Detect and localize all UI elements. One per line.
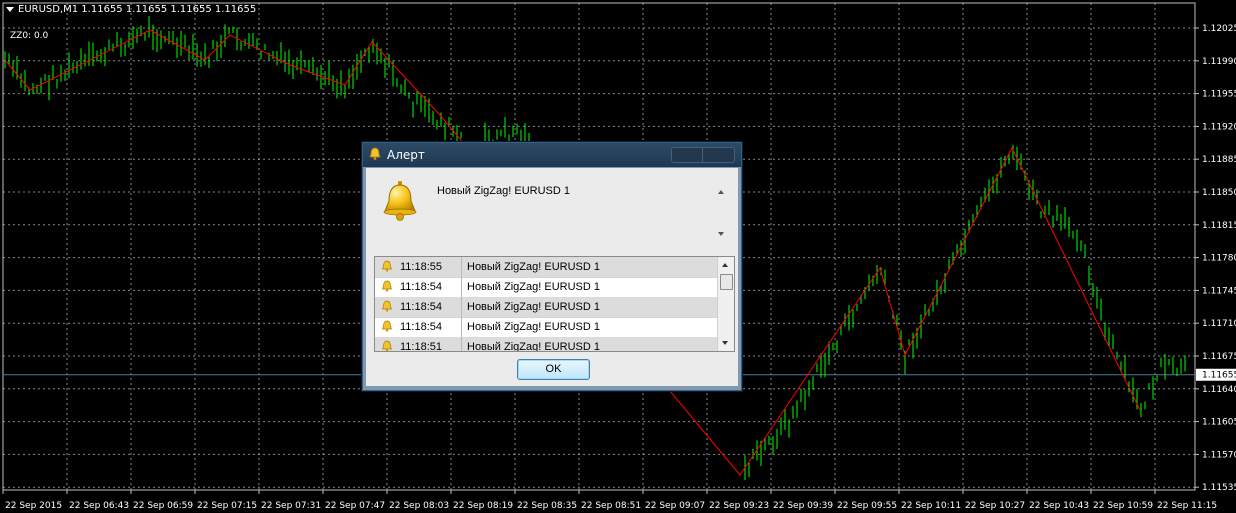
alert-dialog[interactable]: Алерт Новый ZigZag! EURUSD 1 11:18:55 Но… (362, 142, 742, 391)
time-tick-label: 22 Sep 08:19 (453, 501, 513, 511)
price-tick-label: 1.11815 (1202, 221, 1236, 231)
scroll-thumb[interactable] (720, 274, 733, 290)
bell-icon (382, 320, 392, 332)
time-tick-label: 22 Sep 08:35 (517, 501, 577, 511)
alert-text: Новый ZigZag! EURUSD 1 (467, 261, 600, 273)
alert-time: 11:18:55 (400, 261, 443, 273)
time-tick-label: 22 Sep 08:51 (581, 501, 641, 511)
dialog-body: Новый ZigZag! EURUSD 1 11:18:55 Новый Zi… (366, 168, 738, 386)
bell-icon (383, 181, 417, 221)
bell-icon (382, 300, 392, 312)
price-tick-label: 1.11605 (1202, 418, 1236, 428)
scroll-up-arrow-icon[interactable] (722, 263, 728, 267)
symbol-header-text: EURUSD,M1 1.11655 1.11655 1.11655 1.1165… (18, 4, 257, 15)
alert-history-list[interactable]: 11:18:55 Новый ZigZag! EURUSD 1 11:18:54… (374, 256, 735, 352)
bell-icon (369, 147, 381, 160)
time-tick-label: 22 Sep 2015 (5, 501, 62, 511)
price-tick-label: 1.11570 (1202, 450, 1236, 460)
time-tick-label: 22 Sep 10:43 (1029, 501, 1089, 511)
price-tick-label: 1.12025 (1202, 24, 1236, 34)
list-item[interactable]: 11:18:54 Новый ZigZag! EURUSD 1 (375, 277, 717, 298)
scroll-down-arrow-icon[interactable] (718, 232, 724, 236)
list-item[interactable]: 11:18:55 Новый ZigZag! EURUSD 1 (375, 257, 717, 278)
time-tick-label: 22 Sep 10:27 (965, 501, 1025, 511)
alert-time: 11:18:54 (400, 321, 443, 333)
time-tick-label: 22 Sep 10:11 (901, 501, 961, 511)
time-tick-label: 22 Sep 06:59 (133, 501, 193, 511)
column-divider (461, 257, 462, 277)
list-scrollbar[interactable] (717, 257, 734, 351)
time-tick-label: 22 Sep 07:15 (197, 501, 257, 511)
alert-time: 11:18:54 (400, 301, 443, 313)
price-tick-label: 1.11955 (1202, 90, 1236, 100)
alert-text: Новый ZigZag! EURUSD 1 (467, 341, 600, 352)
price-tick-label: 1.11710 (1202, 319, 1236, 329)
time-tick-label: 22 Sep 11:15 (1157, 501, 1217, 511)
time-tick-label: 22 Sep 09:55 (837, 501, 897, 511)
alert-time: 11:18:51 (400, 341, 443, 352)
price-tick-label: 1.11675 (1202, 352, 1236, 362)
list-item[interactable]: 11:18:54 Новый ZigZag! EURUSD 1 (375, 317, 717, 338)
current-price-label: 1.11655 (1202, 371, 1236, 381)
column-divider (461, 277, 462, 297)
dialog-titlebar[interactable]: Алерт (363, 143, 741, 167)
alert-time: 11:18:54 (400, 281, 443, 293)
time-tick-label: 22 Sep 06:43 (69, 501, 129, 511)
price-tick-label: 1.11535 (1202, 483, 1236, 493)
price-tick-label: 1.11990 (1202, 57, 1236, 67)
alert-message: Новый ZigZag! EURUSD 1 (437, 185, 570, 197)
window-buttons[interactable] (671, 147, 735, 163)
message-scrollbar[interactable] (714, 168, 729, 248)
time-tick-label: 22 Sep 08:03 (389, 501, 449, 511)
price-tick-label: 1.11780 (1202, 254, 1236, 264)
message-area: Новый ZigZag! EURUSD 1 (366, 168, 729, 248)
collapse-triangle-icon[interactable] (6, 6, 14, 12)
column-divider (461, 317, 462, 337)
column-divider (461, 297, 462, 317)
ok-button[interactable]: OK (517, 359, 590, 380)
list-item[interactable]: 11:18:51 Новый ZigZag! EURUSD 1 (375, 337, 717, 352)
time-tick-label: 22 Sep 09:07 (645, 501, 705, 511)
bell-icon (382, 280, 392, 292)
window-buttons-divider (702, 148, 703, 162)
column-divider (461, 337, 462, 351)
alert-text: Новый ZigZag! EURUSD 1 (467, 301, 600, 313)
scroll-down-arrow-icon[interactable] (722, 341, 728, 345)
bell-icon (382, 260, 392, 272)
time-tick-label: 22 Sep 07:31 (261, 501, 321, 511)
bell-icon (382, 340, 392, 351)
dialog-title: Алерт (387, 148, 425, 162)
alert-text: Новый ZigZag! EURUSD 1 (467, 321, 600, 333)
symbol-header: EURUSD,M1 1.11655 1.11655 1.11655 1.1165… (6, 4, 256, 15)
price-tick-label: 1.11885 (1202, 155, 1236, 165)
scroll-up-arrow-icon[interactable] (718, 190, 724, 194)
time-tick-label: 22 Sep 09:23 (709, 501, 769, 511)
price-tick-label: 1.11745 (1202, 286, 1236, 296)
time-tick-label: 22 Sep 07:47 (325, 501, 385, 511)
price-tick-label: 1.11920 (1202, 122, 1236, 132)
time-tick-label: 22 Sep 09:39 (773, 501, 833, 511)
indicator-label: ZZ0: 0.0 (10, 31, 49, 41)
price-tick-label: 1.11850 (1202, 188, 1236, 198)
list-item[interactable]: 11:18:54 Новый ZigZag! EURUSD 1 (375, 297, 717, 318)
price-tick-label: 1.11640 (1202, 385, 1236, 395)
alert-text: Новый ZigZag! EURUSD 1 (467, 281, 600, 293)
time-tick-label: 22 Sep 10:59 (1093, 501, 1153, 511)
